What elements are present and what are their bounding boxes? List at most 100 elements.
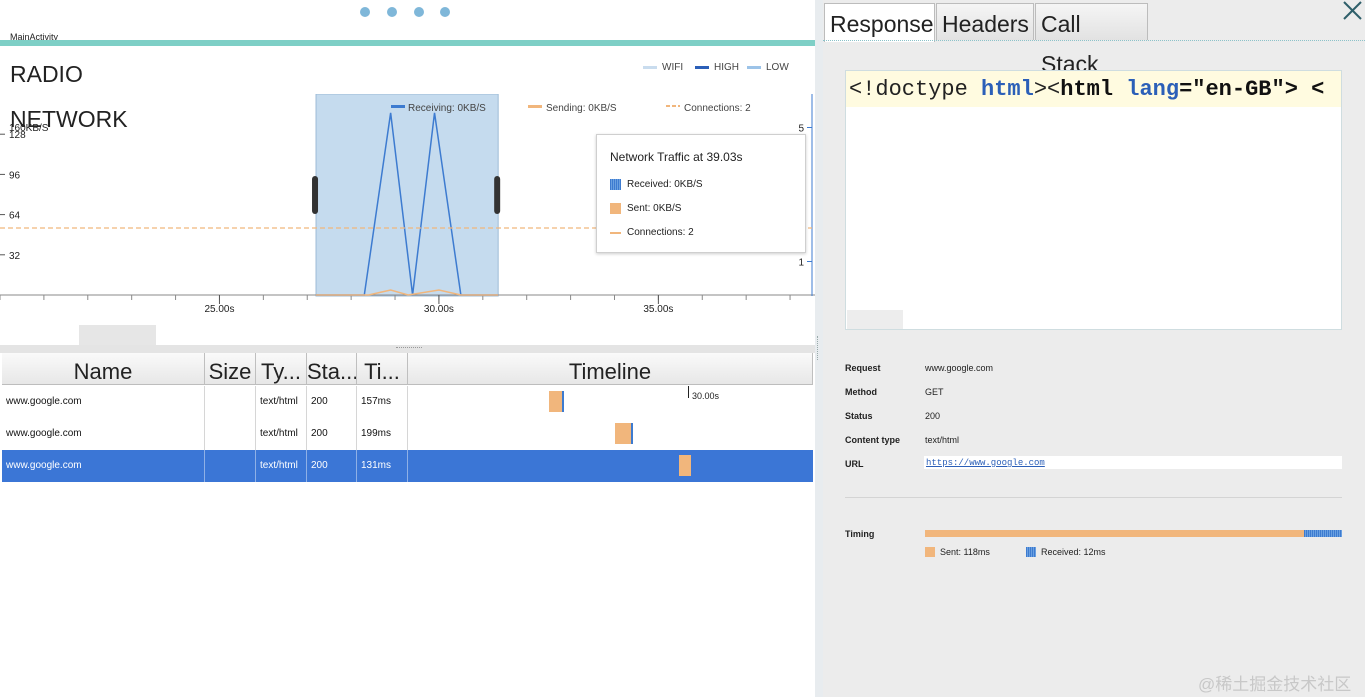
code-keyword: html — [981, 77, 1034, 102]
legend-swatch — [695, 66, 709, 69]
cell-timeline — [408, 418, 813, 450]
y-tick-label: 96 — [9, 170, 21, 181]
cell-type: text/html — [256, 450, 307, 482]
url-link[interactable]: https://www.google.com — [926, 458, 1045, 468]
timing-received-text: Received: 12ms — [1041, 547, 1106, 557]
table-row[interactable]: www.google.com text/html 200 199ms — [2, 418, 813, 450]
timeline-received-bar — [631, 423, 634, 444]
cell-status: 200 — [307, 418, 357, 450]
cell-name: www.google.com — [2, 386, 205, 418]
cell-timeline — [408, 386, 813, 418]
timeline-received-bar — [561, 391, 564, 412]
status-label: Status — [845, 411, 873, 421]
x-tick-label: 30.00s — [424, 304, 454, 315]
col-header-timeline[interactable]: Timeline — [408, 353, 813, 385]
request-value: www.google.com — [925, 363, 994, 373]
separator — [845, 497, 1342, 498]
received-swatch — [1026, 547, 1036, 557]
panel-divider[interactable] — [815, 0, 823, 697]
cell-time: 199ms — [357, 418, 408, 450]
y2-tick-label: 5 — [798, 124, 804, 135]
timeline-sent-bar — [678, 455, 691, 476]
response-body[interactable]: <!doctype html><html lang="en-GB"> < — [845, 70, 1342, 330]
pager-dot[interactable] — [387, 7, 397, 17]
timing-legend-sent: Sent: 118ms — [925, 547, 990, 557]
x-tick-label: 25.00s — [204, 304, 234, 315]
cell-size — [205, 418, 256, 450]
sent-swatch — [610, 203, 621, 214]
tab-underline — [823, 40, 1365, 42]
timing-sent-bar — [925, 530, 1304, 537]
watermark: @稀土掘金技术社区 — [1198, 675, 1352, 694]
code-text: <!doctype — [849, 77, 982, 102]
pager-dot[interactable] — [440, 7, 450, 17]
split-handle[interactable] — [0, 345, 815, 353]
connections-table: Name Size Ty... Sta... Ti... Timeline 30… — [0, 353, 815, 697]
activity-bar — [0, 40, 815, 46]
method-value: GET — [925, 387, 944, 397]
x-tick-label: 35.00s — [643, 304, 673, 315]
legend-sending: Sending: 0KB/S — [546, 103, 617, 114]
status-value: 200 — [925, 411, 941, 421]
legend-label: WIFI — [662, 62, 684, 73]
received-swatch — [610, 179, 621, 190]
y-tick-label: 64 — [9, 211, 21, 222]
selection-range[interactable] — [315, 94, 499, 297]
cell-name: www.google.com — [2, 450, 205, 482]
legend-label: LOW — [766, 62, 789, 73]
url-label: URL — [845, 459, 864, 469]
connections-swatch — [610, 231, 621, 234]
content-type-value: text/html — [925, 435, 960, 445]
tab-response[interactable]: Response — [824, 3, 935, 42]
timeline-sent-bar — [548, 391, 562, 412]
code-attr: lang — [1126, 77, 1180, 102]
tooltip-connections: Connections: 2 — [610, 227, 694, 238]
col-header-status[interactable]: Sta... — [307, 353, 357, 385]
cell-timeline — [408, 450, 813, 482]
cell-size — [205, 450, 256, 482]
code-text: >< — [1033, 77, 1061, 102]
tab-call-stack[interactable]: Call Stack — [1035, 3, 1148, 77]
tooltip-connections-text: Connections: 2 — [627, 227, 694, 238]
col-header-type[interactable]: Ty... — [256, 353, 307, 385]
method-label: Method — [845, 387, 877, 397]
network-label: NETWORK — [10, 106, 128, 132]
cell-type: text/html — [256, 386, 307, 418]
table-row-selected[interactable]: www.google.com text/html 200 131ms — [2, 450, 813, 482]
col-header-time[interactable]: Ti... — [357, 353, 408, 385]
y-tick-label: 32 — [9, 251, 21, 262]
timing-received-bar — [1303, 530, 1342, 537]
response-code-line: <!doctype html><html lang="en-GB"> < — [846, 71, 1341, 107]
radio-legend-high: HIGH — [695, 62, 739, 73]
cell-time: 131ms — [357, 450, 408, 482]
tooltip-sent: Sent: 0KB/S — [610, 203, 681, 214]
timeline-sent-bar — [614, 423, 632, 444]
legend-receiving-swatch — [391, 105, 405, 108]
pager-dot[interactable] — [360, 7, 370, 17]
col-header-name[interactable]: Name — [2, 353, 205, 385]
timing-label: Timing — [845, 529, 875, 539]
table-row[interactable]: www.google.com text/html 200 157ms — [2, 386, 813, 418]
chart-scrollbar-thumb[interactable] — [79, 325, 156, 345]
response-scrollbar-thumb[interactable] — [847, 310, 903, 329]
cell-type: text/html — [256, 418, 307, 450]
legend-connections: Connections: 2 — [684, 103, 751, 114]
timing-sent-text: Sent: 118ms — [940, 547, 990, 557]
tooltip-title: Network Traffic at 39.03s — [610, 150, 743, 164]
traffic-tooltip: Network Traffic at 39.03s Received: 0KB/… — [596, 134, 806, 253]
profiler-panel: MainActivity RADIO WIFI HIGH LOW 32 64 96 1… — [0, 0, 815, 697]
close-icon[interactable] — [1341, 0, 1363, 22]
selection-left-handle[interactable] — [312, 176, 319, 214]
radio-legend-wifi: WIFI — [643, 62, 683, 73]
network-legend: Receiving: 0KB/S Sending: 0KB/S Connecti… — [391, 103, 751, 114]
tab-headers[interactable]: Headers — [936, 3, 1034, 40]
pager-dot[interactable] — [414, 7, 424, 17]
selection-right-handle[interactable] — [494, 176, 501, 214]
col-header-size[interactable]: Size — [205, 353, 256, 385]
request-label: Request — [845, 363, 881, 373]
legend-sending-swatch — [528, 105, 542, 108]
y2-tick-label: 1 — [798, 258, 804, 269]
legend-label: HIGH — [714, 62, 739, 73]
cell-status: 200 — [307, 386, 357, 418]
